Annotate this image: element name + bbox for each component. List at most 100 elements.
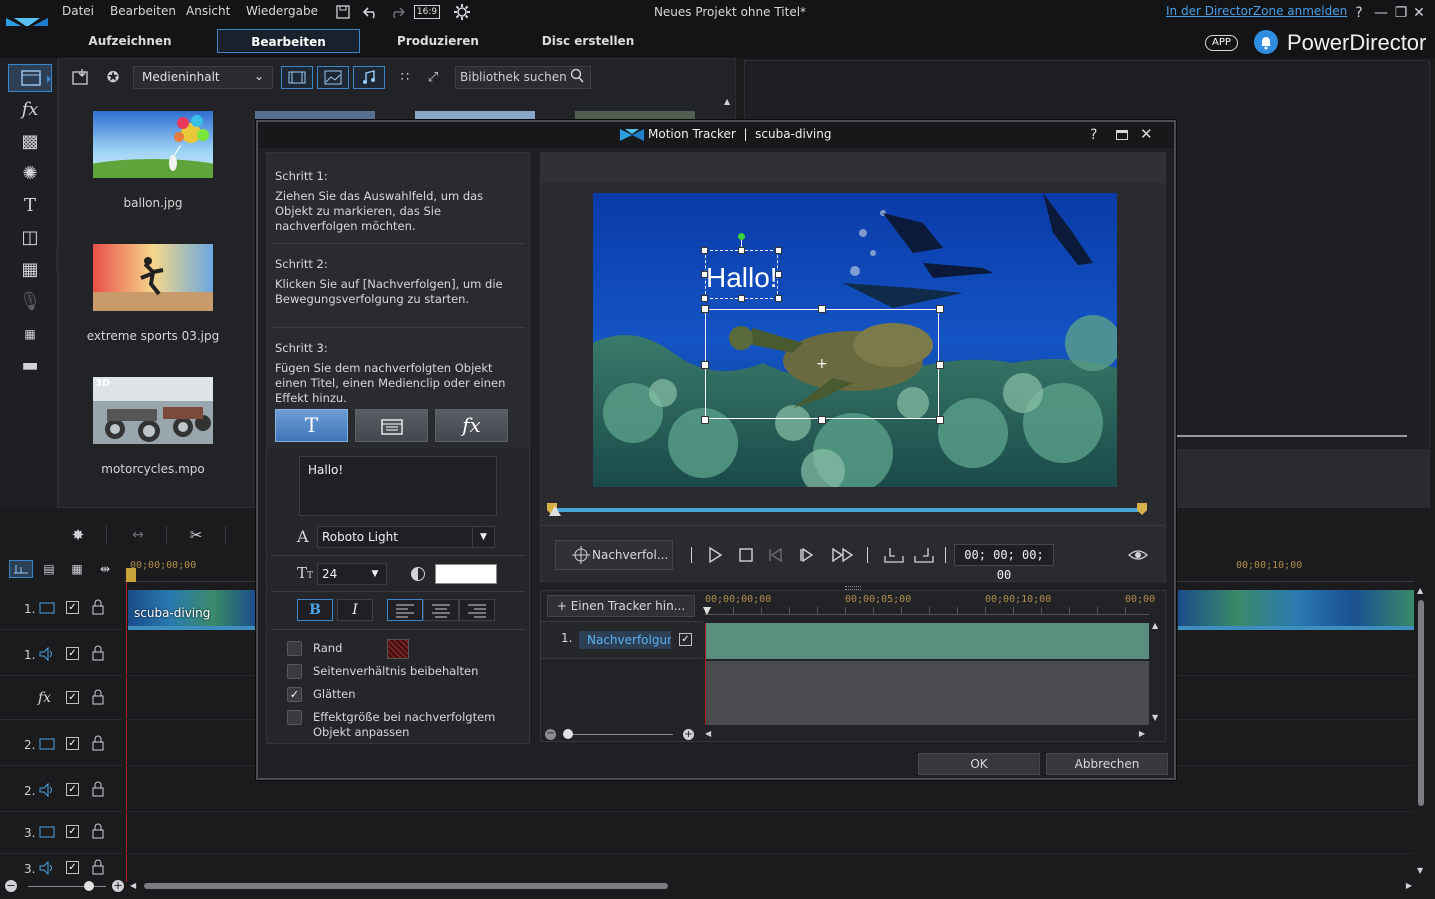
dialog-help-button[interactable]: ? [1090,127,1097,143]
lock-icon[interactable] [91,859,105,875]
resize-handle[interactable] [818,305,826,313]
next-frame-icon[interactable] [799,546,819,564]
tab-disc-erstellen[interactable]: Disc erstellen [520,29,656,53]
resize-handle[interactable] [936,305,944,313]
media-thumb-extreme-sports[interactable] [93,244,213,311]
font-select[interactable]: Roboto Light ▼ [317,526,495,548]
resize-handle[interactable] [818,416,826,424]
mark-out-icon[interactable] [913,546,935,564]
lock-icon[interactable] [91,645,105,661]
zoom-in-icon[interactable]: + [112,880,124,892]
dialog-maximize-icon[interactable] [1116,130,1128,140]
resize-handle[interactable] [701,305,709,313]
menu-wiedergabe[interactable]: Wiedergabe [246,4,318,18]
mark-out-marker[interactable] [1137,503,1147,515]
tab-produzieren[interactable]: Produzieren [372,29,504,53]
checkbox-box[interactable] [287,664,302,679]
fast-forward-icon[interactable] [831,546,855,564]
tracker-clip-bar[interactable] [705,623,1149,659]
checkbox-box[interactable] [287,641,302,656]
rotate-handle[interactable] [738,233,745,240]
tracker-vertical-scrollbar[interactable]: ▲ ▼ [1151,621,1161,725]
track-enable-checkbox[interactable]: ✓ [66,737,79,750]
title-resize-handle[interactable] [738,295,745,302]
undo-icon[interactable] [362,4,380,20]
bold-button[interactable]: B [297,599,333,621]
expand-library-icon[interactable]: ⤢ [425,69,441,85]
scissors-icon[interactable]: ✂ [186,526,206,544]
redo-icon[interactable] [388,4,406,20]
font-size-select[interactable]: 24 ▼ [317,563,387,585]
pip-room-icon[interactable]: ▩ [17,130,43,154]
video-frame[interactable]: + Hallo! [593,193,1117,487]
fit-timeline-icon[interactable]: ⇹ [94,560,116,578]
track-enable-checkbox[interactable]: ✓ [66,861,79,874]
lock-icon[interactable] [91,689,105,705]
zoom-slider-thumb[interactable] [84,881,94,891]
media-room-icon[interactable] [8,64,52,92]
menu-bearbeiten[interactable]: Bearbeiten [110,4,176,18]
track-enable-checkbox[interactable]: ✓ [66,825,79,838]
track-enable-checkbox[interactable]: ✓ [66,601,79,614]
voice-over-icon[interactable]: 🎙 [17,290,43,314]
magic-tools-icon[interactable]: ✸ [68,526,88,544]
filter-image-icon[interactable] [317,66,349,89]
settings-gear-icon[interactable] [453,4,471,20]
notification-bell-icon[interactable] [1254,30,1278,54]
menu-datei[interactable]: Datei [62,4,94,18]
media-thumb-motorcycles[interactable]: 3D [93,377,213,444]
plugin-puzzle-icon[interactable]: ✪ [103,68,123,86]
dialog-close-icon[interactable]: ✕ [1140,125,1153,143]
import-media-icon[interactable] [71,68,91,86]
directorzone-login-link[interactable]: In der DirectorZone anmelden [1166,4,1347,18]
border-color-swatch[interactable] [387,639,409,659]
cancel-button[interactable]: Abbrechen [1046,753,1168,775]
add-effect-button[interactable]: fx [435,409,508,442]
title-resize-handle[interactable] [775,247,782,254]
add-title-button[interactable]: T [275,409,348,442]
resize-handle[interactable] [936,361,944,369]
resize-handle[interactable] [701,361,709,369]
filter-video-icon[interactable] [281,66,313,89]
restore-icon[interactable]: ❐ [1392,4,1410,22]
preview-scrub-bar[interactable] [551,508,1143,512]
title-resize-handle[interactable] [775,295,782,302]
tracker-zoom-track[interactable] [563,734,673,735]
lock-icon[interactable] [91,823,105,839]
resize-handle[interactable] [701,416,709,424]
tracker-enable-checkbox[interactable]: ✓ [679,633,692,646]
playhead-marker[interactable] [126,568,136,582]
minimize-icon[interactable]: — [1372,4,1390,22]
filter-audio-icon[interactable] [353,66,385,89]
align-right-button[interactable] [459,599,495,621]
zoom-out-icon[interactable]: − [5,880,17,892]
add-tracker-button[interactable]: + Einen Tracker hin... [547,595,695,617]
track-enable-checkbox[interactable]: ✓ [66,647,79,660]
add-media-button[interactable] [355,409,428,442]
help-button[interactable]: ? [1350,4,1368,22]
audio-mixing-room-icon[interactable]: ▦ [17,258,43,282]
title-room-icon[interactable]: T [17,194,43,218]
italic-button[interactable]: I [337,599,373,621]
timeline-horizontal-scrollbar[interactable]: ◀ ▶ [130,881,1412,891]
chapter-room-icon[interactable]: ▦ [17,322,43,346]
storyboard-view-icon[interactable]: ▤ [38,560,60,578]
tracker-horizontal-scrollbar[interactable]: ◀ ▶ [705,729,1149,739]
tracker-playhead[interactable] [703,607,711,615]
subtitle-room-icon[interactable]: ▬ [17,354,43,378]
resize-grip[interactable] [845,586,861,590]
scrub-playhead[interactable] [549,506,561,516]
transition-room-icon[interactable]: ◫ [17,226,43,250]
aspect-ratio-select[interactable]: 16:9 [414,5,440,19]
tab-aufzeichnen[interactable]: Aufzeichnen [60,29,200,53]
lock-icon[interactable] [91,781,105,797]
title-resize-handle[interactable] [701,295,708,302]
zoom-slider-track[interactable] [28,886,106,887]
clip-scuba-diving[interactable]: scuba-diving [128,590,256,630]
clip-scuba-diving-continued[interactable] [1178,590,1414,630]
resize-handle[interactable] [936,416,944,424]
track-manager-icon[interactable]: ▦ [66,560,88,578]
fx-room-icon[interactable]: fx [17,98,43,122]
library-search-input[interactable]: Bibliothek suchen [455,66,591,89]
stop-icon[interactable] [737,546,757,564]
